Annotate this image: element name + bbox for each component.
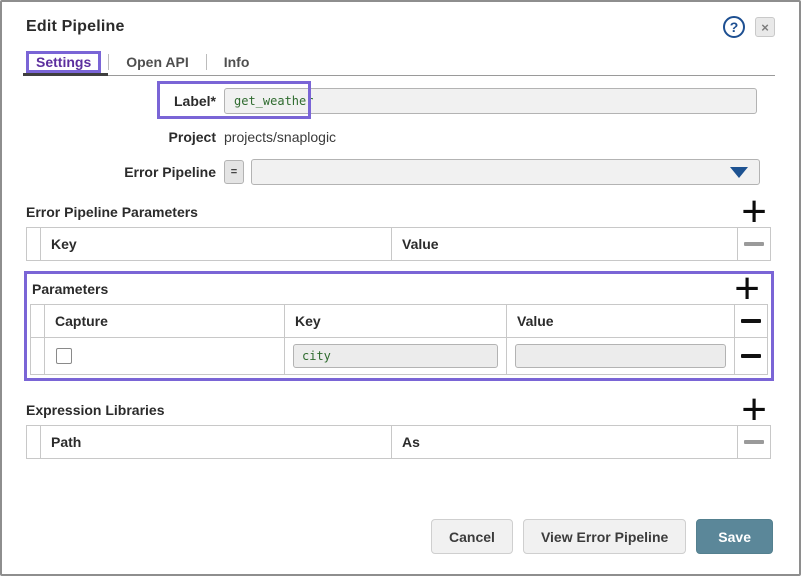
project-row: Project projects/snaplogic <box>26 129 775 145</box>
expression-toggle-button[interactable]: = <box>224 160 244 184</box>
parameters-header: Parameters + <box>30 274 768 304</box>
tab-open-api[interactable]: Open API <box>116 51 199 73</box>
parameter-table-row <box>31 337 767 374</box>
tab-divider <box>108 54 109 70</box>
tab-divider <box>206 54 207 70</box>
parameters-annotation-box: Parameters + Capture Key Value <box>24 271 774 381</box>
chevron-down-icon <box>730 167 748 178</box>
project-value: projects/snaplogic <box>224 129 336 145</box>
help-icon[interactable]: ? <box>723 16 745 38</box>
tab-settings[interactable]: Settings <box>26 51 101 73</box>
section-title: Parameters <box>32 281 108 297</box>
column-header-as: As <box>392 426 738 458</box>
error-pipeline-row: Error Pipeline = <box>26 159 775 185</box>
table-header-row: Key Value <box>27 228 770 260</box>
tab-info[interactable]: Info <box>214 51 260 73</box>
section-title: Error Pipeline Parameters <box>26 204 198 220</box>
dialog-header: Edit Pipeline ? × <box>26 14 775 38</box>
error-pipeline-parameters-header: Error Pipeline Parameters + <box>26 197 775 227</box>
row-gutter <box>27 228 41 260</box>
header-icons: ? × <box>723 14 775 38</box>
table-header-row: Capture Key Value <box>31 305 767 337</box>
dialog-footer: Cancel View Error Pipeline Save <box>431 519 773 554</box>
parameter-value-input[interactable] <box>515 344 726 368</box>
remove-row-icon <box>744 440 764 444</box>
edit-pipeline-dialog: Edit Pipeline ? × Settings Open API Info… <box>0 0 801 576</box>
row-gutter <box>31 305 45 337</box>
row-gutter <box>27 426 41 458</box>
dialog-title: Edit Pipeline <box>26 14 125 36</box>
column-header-value: Value <box>507 305 735 337</box>
cancel-button[interactable]: Cancel <box>431 519 513 554</box>
expression-libraries-header: Expression Libraries + <box>26 395 775 425</box>
add-row-icon[interactable]: + <box>734 277 760 301</box>
remove-row-button[interactable] <box>735 338 767 374</box>
table-header-row: Path As <box>27 426 770 458</box>
parameters-table: Capture Key Value <box>30 304 768 375</box>
remove-row-icon <box>741 354 761 358</box>
remove-row-button[interactable] <box>738 228 770 260</box>
label-row: Label* <box>26 88 775 114</box>
close-icon[interactable]: × <box>755 17 775 37</box>
add-row-icon[interactable]: + <box>741 398 767 422</box>
remove-row-button[interactable] <box>738 426 770 458</box>
column-header-value: Value <box>392 228 738 260</box>
value-cell <box>507 338 735 374</box>
capture-checkbox[interactable] <box>56 348 72 364</box>
tab-bar: Settings Open API Info <box>26 48 775 76</box>
error-pipeline-parameters-table: Key Value <box>26 227 771 261</box>
section-title: Expression Libraries <box>26 402 165 418</box>
remove-row-icon <box>744 242 764 246</box>
label-field-label: Label* <box>26 93 224 109</box>
column-header-path: Path <box>41 426 392 458</box>
capture-cell <box>45 338 285 374</box>
key-cell <box>285 338 507 374</box>
column-header-key: Key <box>285 305 507 337</box>
column-header-capture: Capture <box>45 305 285 337</box>
add-row-icon[interactable]: + <box>741 200 767 224</box>
row-gutter <box>31 338 45 374</box>
label-input[interactable] <box>224 88 757 114</box>
project-field-label: Project <box>26 129 224 145</box>
parameter-key-input[interactable] <box>293 344 498 368</box>
expression-libraries-table: Path As <box>26 425 771 459</box>
error-pipeline-dropdown[interactable] <box>251 159 760 185</box>
column-header-key: Key <box>41 228 392 260</box>
save-button[interactable]: Save <box>696 519 773 554</box>
view-error-pipeline-button[interactable]: View Error Pipeline <box>523 519 686 554</box>
error-pipeline-field-label: Error Pipeline <box>26 164 224 180</box>
remove-row-button[interactable] <box>735 305 767 337</box>
remove-row-icon <box>741 319 761 323</box>
